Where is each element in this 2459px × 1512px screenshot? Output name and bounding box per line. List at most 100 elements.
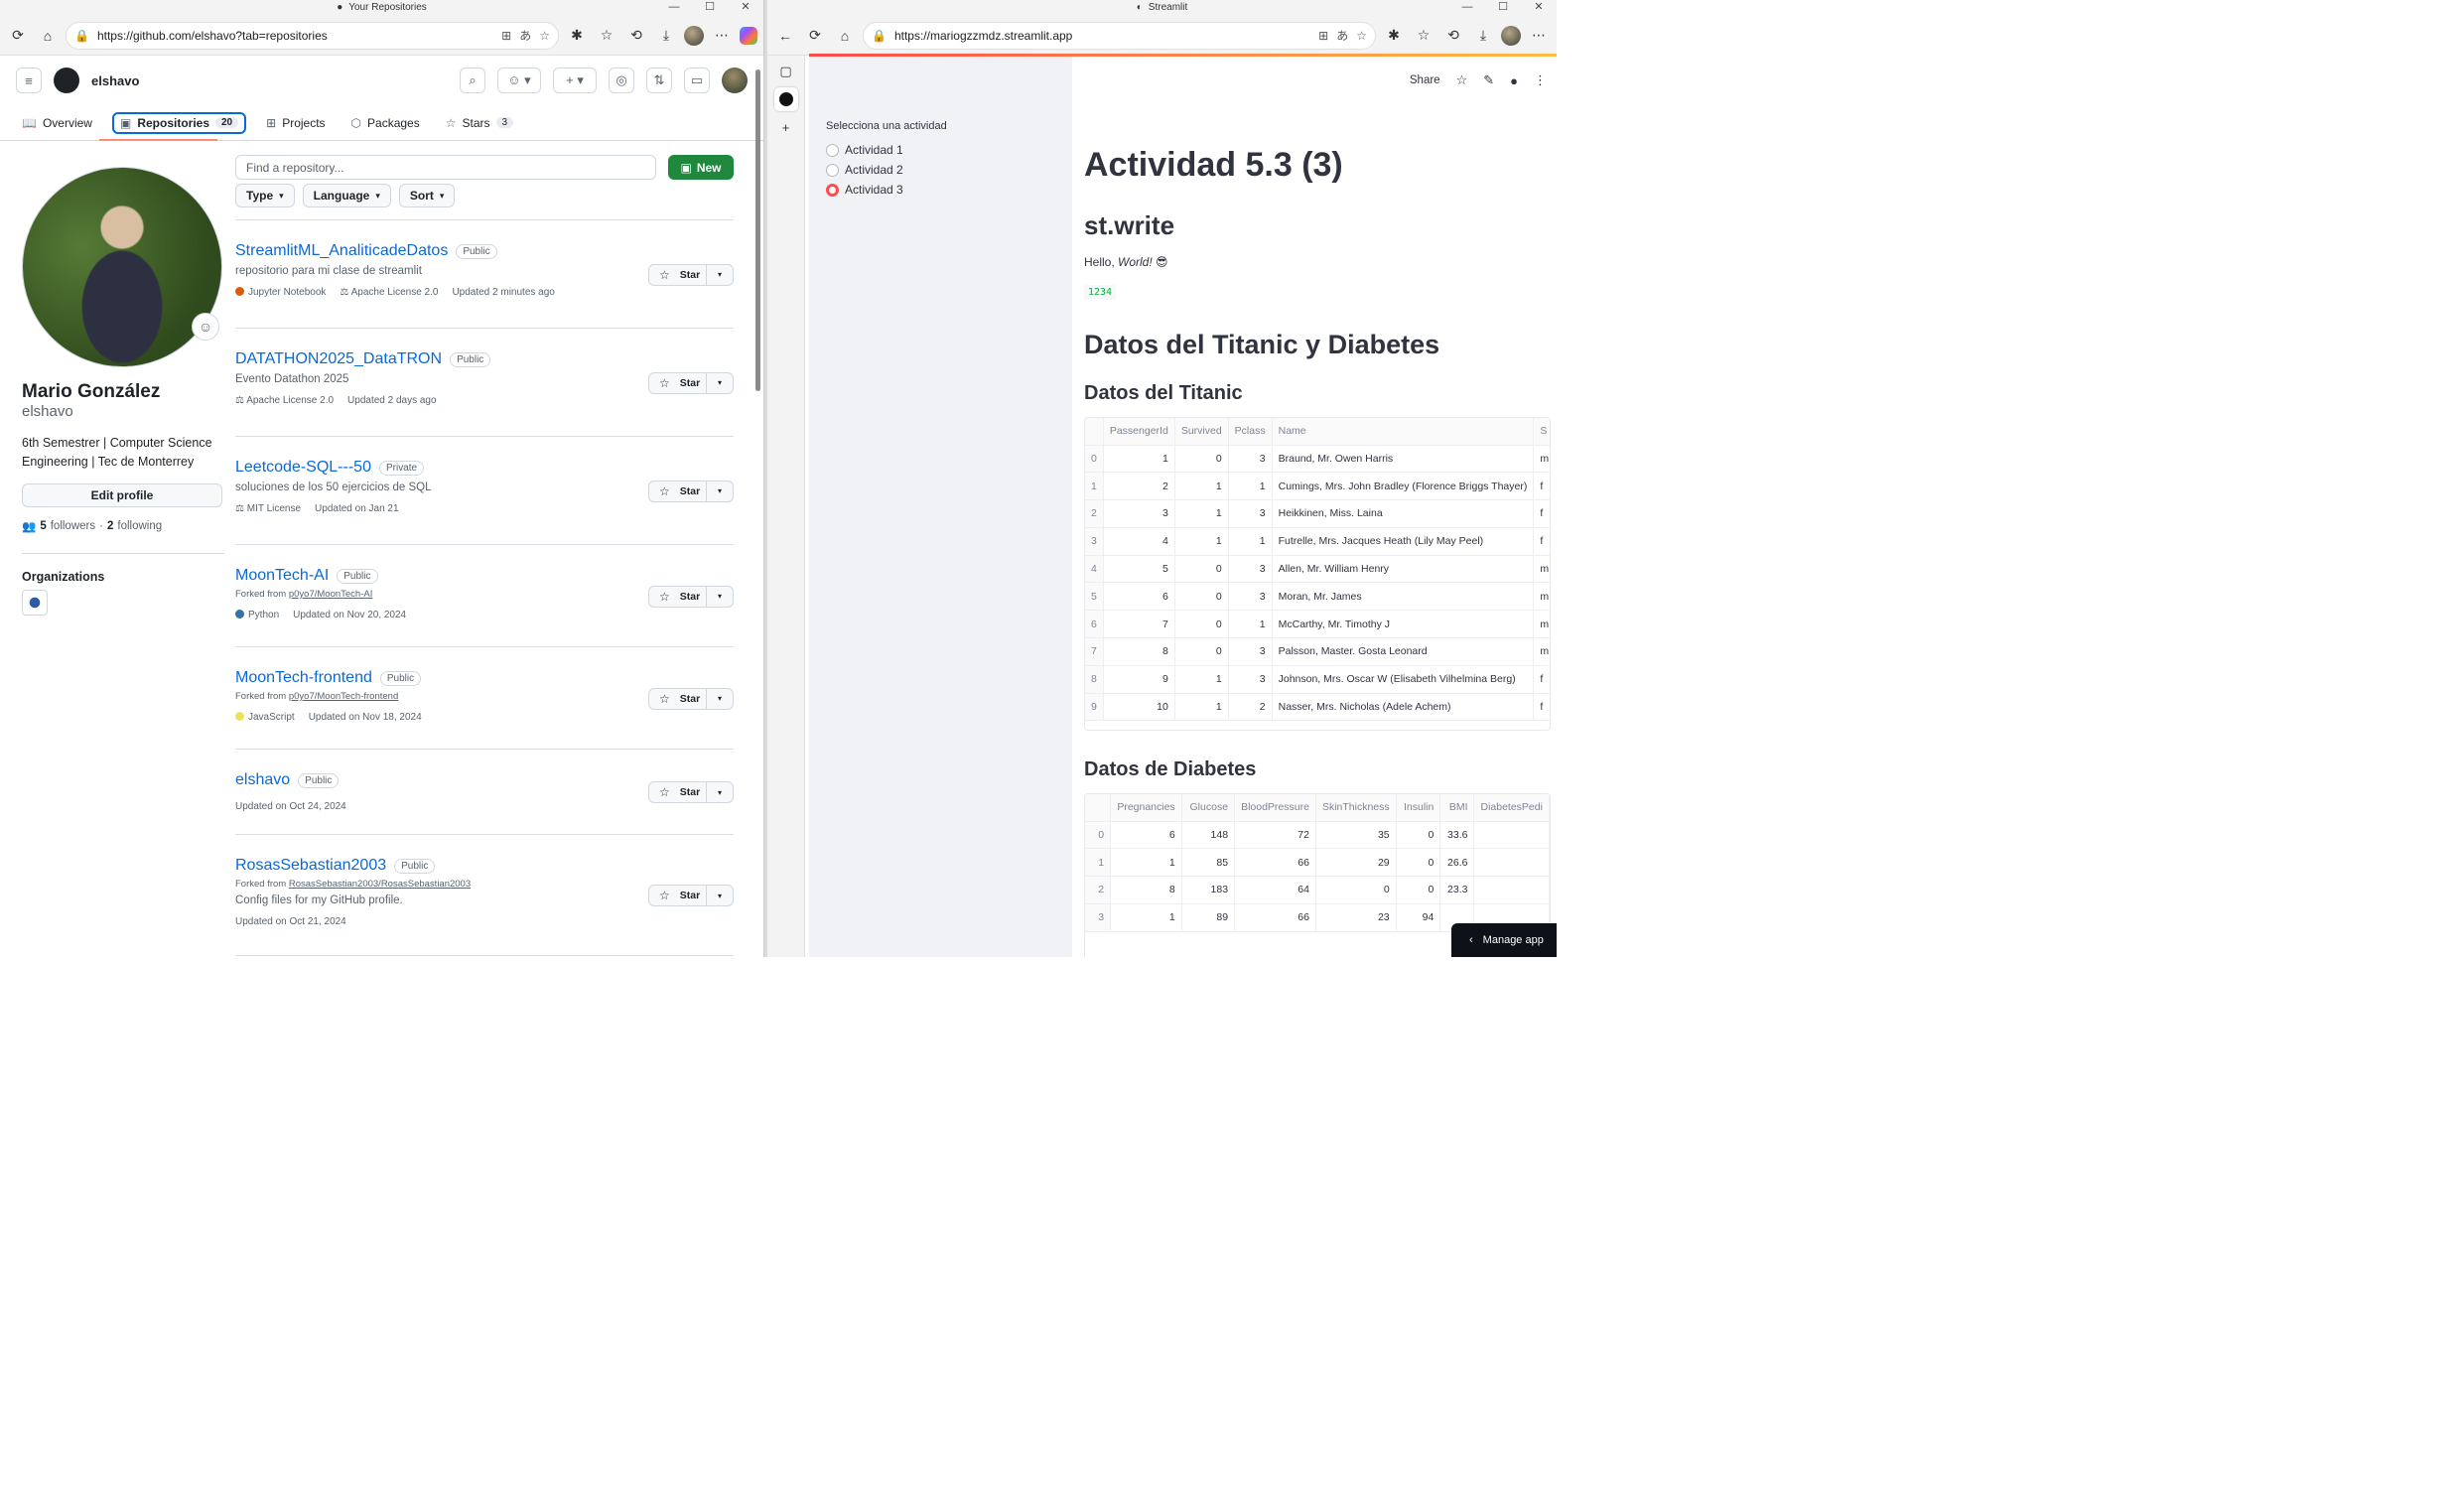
kebab-menu-icon[interactable]: ⋮ (1534, 72, 1547, 88)
new-repository-button[interactable]: ▣ New (668, 155, 734, 180)
table-cell[interactable]: m (1533, 555, 1550, 584)
table-cell[interactable]: Nasser, Mrs. Nicholas (Adele Achem) (1272, 693, 1535, 722)
table-cell[interactable]: 1 (1174, 693, 1229, 722)
row-index[interactable]: 7 (1085, 637, 1104, 666)
column-header[interactable]: SkinThickness (1315, 794, 1397, 822)
header-username[interactable]: elshavo (91, 73, 139, 88)
table-cell[interactable]: 26.6 (1439, 848, 1475, 878)
row-index[interactable]: 5 (1085, 582, 1104, 612)
table-cell[interactable]: 3 (1228, 582, 1273, 612)
table-cell[interactable]: 3 (1228, 637, 1273, 666)
table-cell[interactable]: f (1533, 472, 1550, 501)
star-button[interactable]: ☆ Star (649, 264, 707, 285)
tab-overview[interactable]: 📖 Overview (16, 112, 98, 134)
table-cell[interactable]: 66 (1234, 848, 1316, 878)
column-header[interactable]: DiabetesPedi (1473, 794, 1550, 822)
refresh-icon[interactable]: ⟳ (803, 24, 827, 48)
column-header[interactable] (1085, 794, 1112, 822)
table-cell[interactable]: Cumings, Mrs. John Bradley (Florence Bri… (1272, 472, 1535, 501)
app-grid-icon[interactable]: ⊞ (501, 29, 511, 43)
table-cell[interactable]: m (1533, 637, 1550, 666)
table-cell[interactable]: Palsson, Master. Gosta Leonard (1272, 637, 1535, 666)
table-cell[interactable]: 89 (1181, 903, 1236, 932)
row-index[interactable]: 1 (1085, 848, 1112, 878)
row-index[interactable]: 3 (1085, 527, 1104, 556)
page-scrollbar-thumb[interactable] (755, 69, 760, 391)
column-header[interactable]: Glucose (1181, 794, 1236, 822)
new-tab-icon[interactable]: + (774, 115, 798, 139)
row-index[interactable]: 1 (1085, 472, 1104, 501)
column-header[interactable]: BMI (1439, 794, 1475, 822)
search-icon[interactable]: ⌕ (460, 68, 485, 93)
star-button[interactable]: ☆ Star (649, 481, 707, 501)
table-cell[interactable] (1473, 848, 1550, 878)
inbox-icon[interactable]: ▭ (684, 68, 710, 93)
table-cell[interactable]: Heikkinen, Miss. Laina (1272, 499, 1535, 528)
close-icon[interactable]: ✕ (1521, 0, 1557, 15)
table-cell[interactable]: 8 (1110, 876, 1182, 904)
column-header[interactable]: PassengerId (1103, 418, 1175, 446)
edit-profile-button[interactable]: Edit profile (22, 483, 222, 507)
table-cell[interactable]: 1 (1103, 445, 1175, 474)
more-icon[interactable]: ⋯ (710, 24, 734, 48)
star-icon[interactable]: ☆ (1456, 72, 1468, 88)
row-index[interactable]: 0 (1085, 821, 1112, 850)
table-cell[interactable]: 7 (1103, 610, 1175, 639)
tab-projects[interactable]: ⊞ Projects (260, 112, 331, 134)
tab-repositories[interactable]: ▣ Repositories 20 (111, 111, 247, 134)
table-cell[interactable]: 85 (1181, 848, 1236, 878)
table-row[interactable]: 5 6 0 3 Moran, Mr. James m (1085, 582, 1550, 612)
radio-option-1[interactable]: Actividad 1 (826, 143, 903, 157)
table-cell[interactable]: 23.3 (1439, 876, 1475, 904)
favorite-icon[interactable]: ☆ (1356, 29, 1367, 43)
table-cell[interactable]: 6 (1103, 582, 1175, 612)
radio-option-3[interactable]: Actividad 3 (826, 183, 903, 197)
table-cell[interactable]: 9 (1103, 665, 1175, 694)
tab-packages[interactable]: ⬡ Packages (345, 112, 426, 134)
table-cell[interactable]: Allen, Mr. William Henry (1272, 555, 1535, 584)
org-avatar[interactable] (22, 590, 48, 616)
star-button[interactable]: ☆ Star (649, 372, 707, 393)
forked-source-link[interactable]: p0yo7/MoonTech-frontend (289, 691, 398, 702)
row-index[interactable]: 2 (1085, 876, 1112, 904)
filter-type-button[interactable]: Type ▾ (235, 184, 295, 207)
radio-option-2[interactable]: Actividad 2 (826, 163, 903, 177)
followers-label[interactable]: followers (51, 520, 95, 532)
downloads-icon[interactable]: ⤓ (654, 24, 678, 48)
table-cell[interactable]: 1 (1174, 665, 1229, 694)
table-row[interactable]: 6 7 0 1 McCarthy, Mr. Timothy Jm (1085, 610, 1550, 639)
table-cell[interactable]: 2 (1103, 472, 1175, 501)
home-icon[interactable]: ⌂ (36, 24, 60, 48)
table-cell[interactable]: 29 (1315, 848, 1397, 878)
table-cell[interactable]: 5 (1103, 555, 1175, 584)
table-cell[interactable]: 1 (1228, 610, 1273, 639)
table-cell[interactable]: 64 (1234, 876, 1316, 904)
repo-name-link[interactable]: MoonTech-AI (235, 567, 329, 585)
table-cell[interactable]: 1 (1174, 527, 1229, 556)
extensions-icon[interactable]: ✱ (1382, 24, 1406, 48)
browser-profile-avatar[interactable] (684, 25, 704, 46)
filter-language-button[interactable]: Language ▾ (302, 184, 391, 207)
back-icon[interactable]: ← (773, 24, 797, 48)
repo-name-link[interactable]: Leetcode-SQL---50 (235, 459, 371, 477)
table-row[interactable]: 7 8 0 3 Palsson, Master. Gosta Leonard m (1085, 637, 1550, 666)
table-cell[interactable]: 0 (1174, 445, 1229, 474)
table-cell[interactable]: Johnson, Mrs. Oscar W (Elisabeth Vilhelm… (1272, 665, 1535, 694)
table-cell[interactable]: 94 (1396, 903, 1441, 932)
row-index[interactable]: 3 (1085, 903, 1112, 932)
star-button[interactable]: ☆ Star (649, 688, 707, 709)
table-cell[interactable]: 2 (1228, 693, 1273, 722)
table-row[interactable]: 1 1 85 66 29 0 26.6 (1085, 848, 1550, 878)
star-lists-dropdown[interactable]: ▾ (707, 481, 733, 501)
edit-icon[interactable]: ✎ (1483, 72, 1494, 88)
row-index[interactable]: 2 (1085, 499, 1104, 528)
hamburger-menu-icon[interactable]: ≡ (16, 68, 42, 93)
table-cell[interactable]: 3 (1228, 445, 1273, 474)
table-cell[interactable]: 4 (1103, 527, 1175, 556)
copilot-menu-icon[interactable]: ☺ ▾ (497, 68, 541, 93)
table-cell[interactable]: 33.6 (1439, 821, 1475, 850)
history-icon[interactable]: ⟲ (1441, 24, 1465, 48)
translate-icon[interactable]: あ (1336, 27, 1348, 44)
table-cell[interactable]: 3 (1103, 499, 1175, 528)
column-header[interactable] (1085, 418, 1104, 446)
